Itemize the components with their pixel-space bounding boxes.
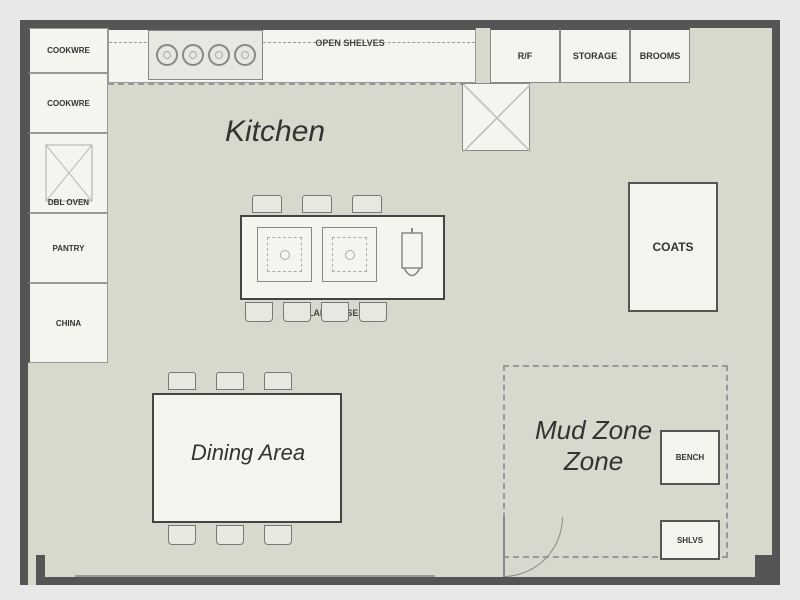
chair-bot-4 <box>359 302 387 322</box>
left-wall-gap <box>28 363 36 585</box>
bottom-right-notch <box>755 555 780 585</box>
sink-drain-left <box>280 250 290 260</box>
cabinet-dbl-oven: DBL OVEN <box>28 133 108 213</box>
burner-br <box>234 44 256 66</box>
coats-closet: COATS <box>628 182 718 312</box>
brooms-unit: BROOMS <box>630 28 690 83</box>
cabinet-cookwre-top: COOKWRE <box>28 28 108 73</box>
sink-basin-left <box>267 237 302 272</box>
sink-basin-right <box>332 237 367 272</box>
wall-left <box>20 20 28 585</box>
dining-area-label: Dining Area <box>168 440 328 466</box>
baseboard-bottom <box>75 575 435 577</box>
dbl-oven-x-icon <box>44 143 94 203</box>
bench-unit: BENCH <box>660 430 720 485</box>
shlvs-unit: SHLVS <box>660 520 720 560</box>
sink-drain-right <box>345 250 355 260</box>
open-shelves-label: OPEN SHELVES <box>290 38 410 48</box>
mud-zone-label: Mud Zone Zone <box>535 415 652 477</box>
island-sink-right <box>322 227 377 282</box>
stovetop <box>148 30 263 80</box>
dining-chair-top-3 <box>264 372 292 390</box>
cabinet-pantry: PANTRY <box>28 213 108 283</box>
dining-chair-top-1 <box>168 372 196 390</box>
burner-tl <box>156 44 178 66</box>
chair-top-2 <box>302 195 332 213</box>
door-line <box>503 517 505 577</box>
island-counter <box>240 215 445 300</box>
window-x-icon <box>463 84 531 152</box>
cabinet-china: CHINA <box>28 283 108 363</box>
island-faucet-area <box>387 225 437 290</box>
faucet-icon <box>392 228 432 288</box>
burner-bl <box>208 44 230 66</box>
kitchen-label: Kitchen <box>225 115 325 149</box>
chair-bot-1 <box>245 302 273 322</box>
cabinet-cookwre-2: COOKWRE <box>28 73 108 133</box>
upper-cabinet-dashed-line <box>108 83 476 85</box>
burner-tr <box>182 44 204 66</box>
storage-unit: STORAGE <box>560 28 630 83</box>
chair-top-1 <box>252 195 282 213</box>
dining-chair-bot-1 <box>168 525 196 545</box>
wall-right <box>772 20 780 585</box>
dining-chair-bot-3 <box>264 525 292 545</box>
upper-right-window <box>462 83 530 151</box>
wall-top <box>20 20 780 28</box>
rf-unit: R/F <box>490 28 560 83</box>
floor-plan: COOKWRE COOKWRE DBL OVEN PANTRY CHINA OP… <box>0 0 800 600</box>
chair-top-3 <box>352 195 382 213</box>
dining-chair-top-2 <box>216 372 244 390</box>
island-sink-left <box>257 227 312 282</box>
chair-bot-2 <box>283 302 311 322</box>
wall-bottom <box>20 577 780 585</box>
dining-chair-bot-2 <box>216 525 244 545</box>
chair-bot-3 <box>321 302 349 322</box>
